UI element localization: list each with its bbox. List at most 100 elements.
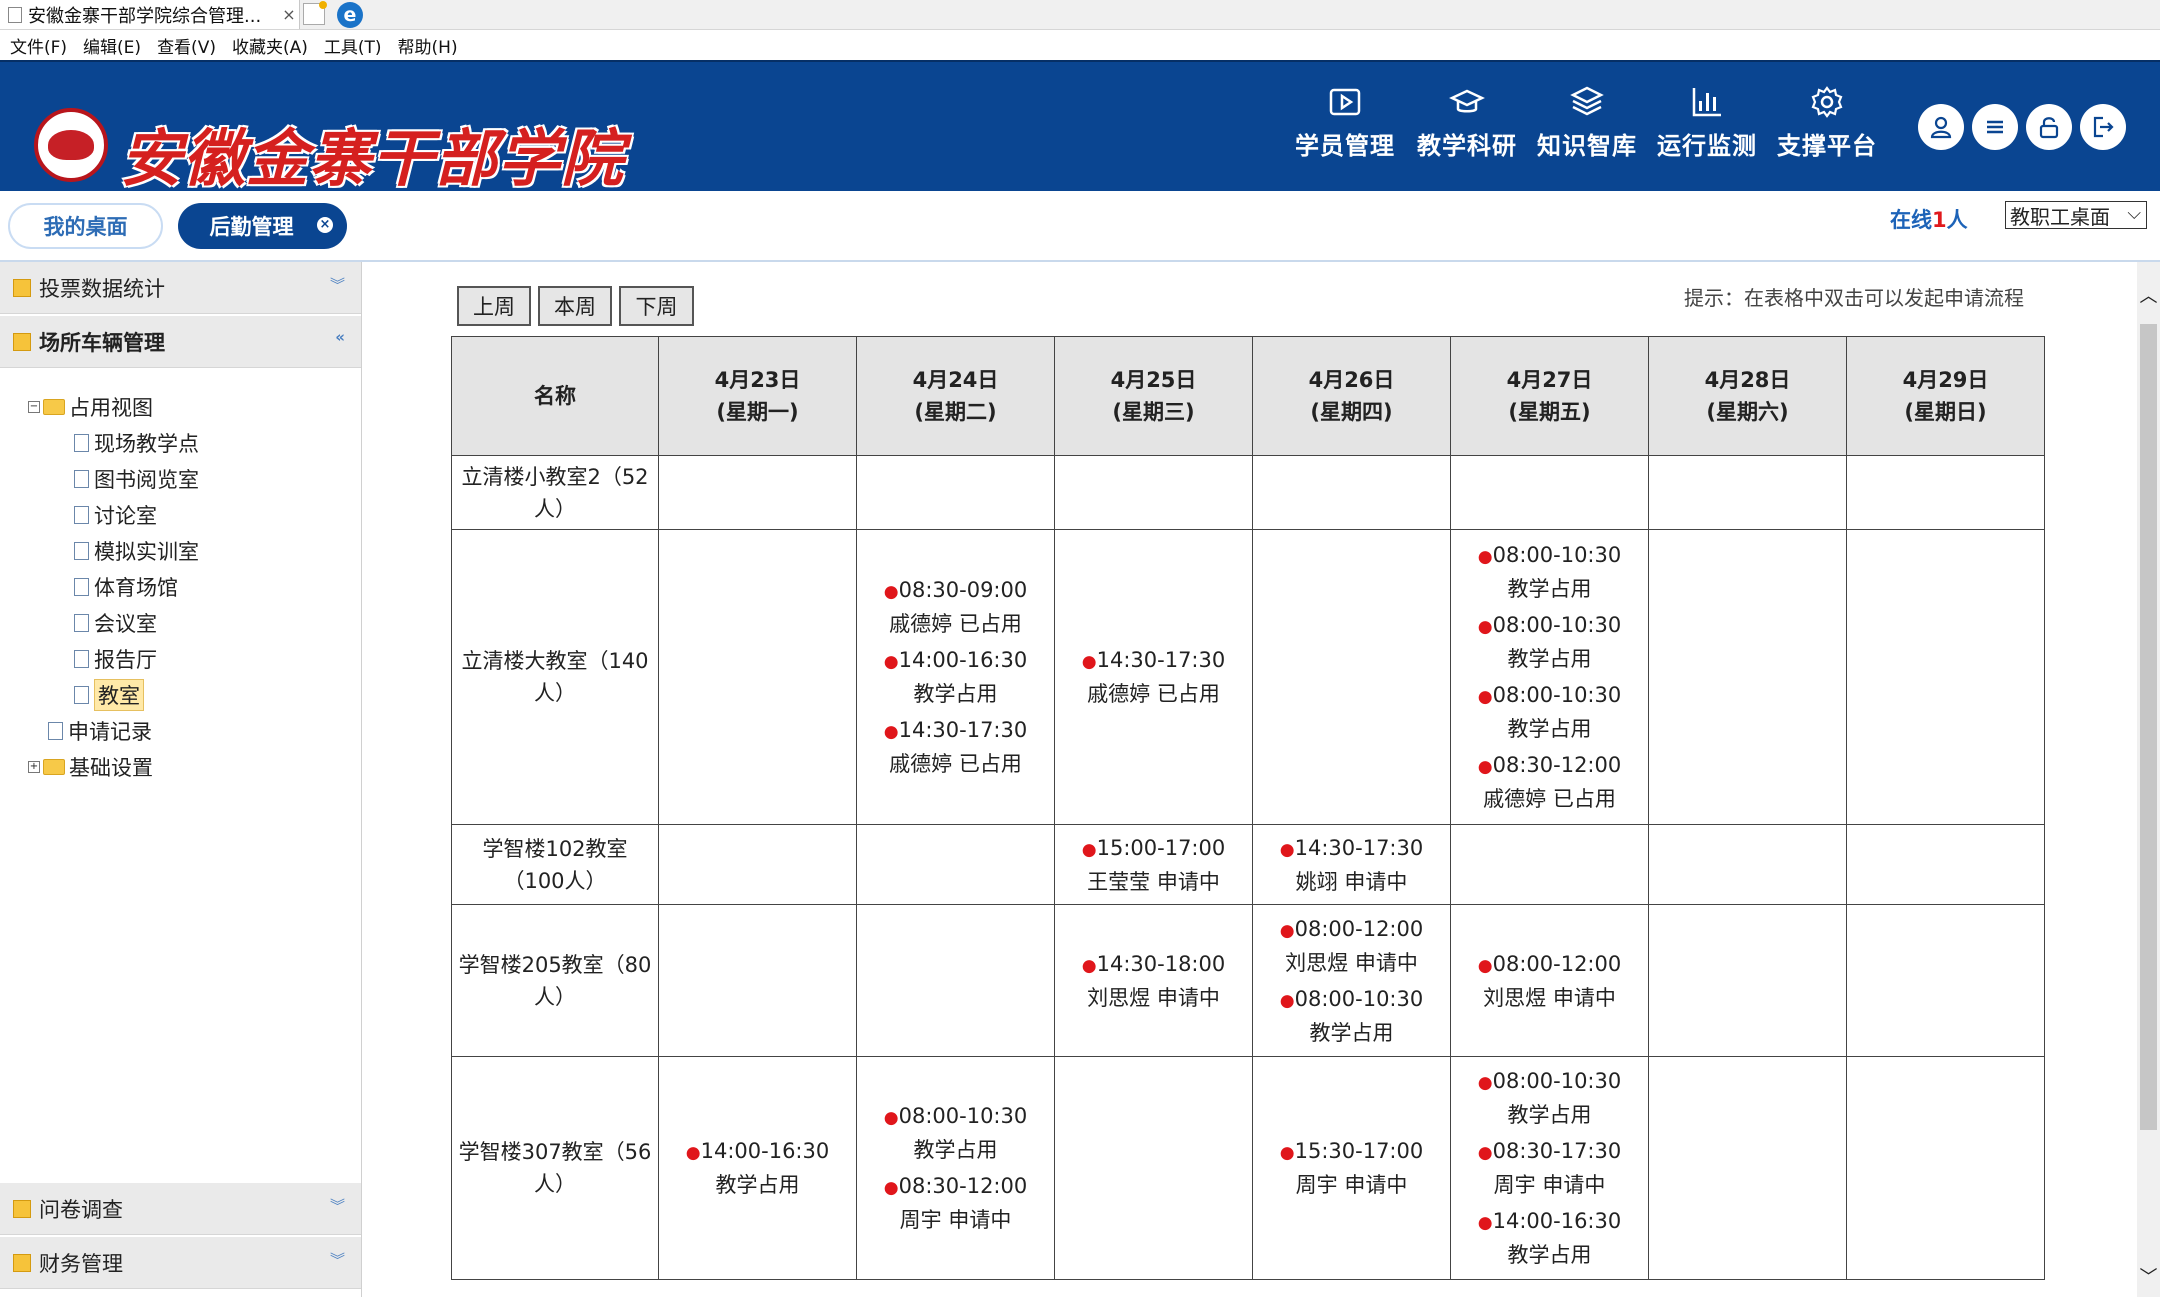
this-week-button[interactable]: 本周 <box>538 286 612 326</box>
menu-view[interactable]: 查看(V) <box>157 33 216 58</box>
schedule-cell[interactable] <box>1252 529 1451 825</box>
vertical-scrollbar[interactable]: ︿ ﹀ <box>2137 262 2160 1297</box>
schedule-cell[interactable] <box>1648 824 1847 905</box>
schedule-cell[interactable]: ●08:00-12:00 刘思煜 申请中 ●08:00-10:30 教学占用 <box>1252 904 1451 1057</box>
tree-item-field-teaching[interactable]: 现场教学点 <box>74 428 199 458</box>
schedule-cell[interactable]: ●14:30-17:30 姚翊 申请中 <box>1252 824 1451 905</box>
booking-entry[interactable]: ●15:30-17:00 周宇 申请中 <box>1253 1135 1450 1201</box>
booking-entry[interactable]: ●08:30-17:30 周宇 申请中 <box>1451 1135 1648 1201</box>
booking-entry[interactable]: ●08:00-10:30 教学占用 <box>1451 1065 1648 1131</box>
schedule-cell[interactable] <box>1648 904 1847 1057</box>
schedule-cell[interactable]: ●08:00-10:30 教学占用 ●08:00-10:30 教学占用 ●08:00-1… <box>1450 529 1649 825</box>
tree-item-simulation-room[interactable]: 模拟实训室 <box>74 536 199 566</box>
schedule-cell[interactable] <box>856 455 1055 530</box>
booking-entry[interactable]: ●14:00-16:30 教学占用 <box>857 644 1054 710</box>
schedule-cell[interactable] <box>658 529 857 825</box>
schedule-cell[interactable]: ●15:00-17:00 王莹莹 申请中 <box>1054 824 1253 905</box>
tree-occupancy-view[interactable]: − 占用视图 <box>28 392 153 422</box>
menu-tools[interactable]: 工具(T) <box>324 33 382 58</box>
close-tab-icon[interactable]: × <box>279 5 299 24</box>
schedule-cell[interactable] <box>1450 455 1649 530</box>
tree-item-gym[interactable]: 体育场馆 <box>74 572 178 602</box>
booking-entry[interactable]: ●14:00-16:30 教学占用 <box>659 1135 856 1201</box>
sidebar-section-venue-vehicle[interactable]: 场所车辆管理 « <box>0 316 361 368</box>
schedule-cell[interactable] <box>1846 529 2045 825</box>
booking-entry[interactable]: ●15:00-17:00 王莹莹 申请中 <box>1055 832 1252 898</box>
next-week-button[interactable]: 下周 <box>619 286 694 326</box>
booking-entry[interactable]: ●08:00-10:30 教学占用 <box>1451 679 1648 745</box>
desktop-select[interactable]: 教职工桌面 ⌵ <box>2005 201 2147 229</box>
schedule-cell[interactable] <box>1648 1056 1847 1280</box>
booking-entry[interactable]: ●08:00-12:00 刘思煜 申请中 <box>1451 948 1648 1014</box>
tree-item-classroom[interactable]: 教室 <box>74 679 144 711</box>
schedule-cell[interactable] <box>1648 529 1847 825</box>
schedule-cell[interactable] <box>1846 1056 2045 1280</box>
nav-operation-monitor[interactable]: 运行监测 <box>1652 84 1762 161</box>
booking-entry[interactable]: ●08:00-12:00 刘思煜 申请中 <box>1253 913 1450 979</box>
tree-item-discussion-room[interactable]: 讨论室 <box>74 500 157 530</box>
tab-logistics[interactable]: 后勤管理 × <box>178 203 347 249</box>
browser-tab[interactable]: 安徽金寨干部学院综合管理... × <box>0 0 300 29</box>
schedule-cell[interactable] <box>1054 455 1253 530</box>
scroll-up-icon[interactable]: ︿ <box>2137 282 2160 312</box>
booking-entry[interactable]: ●14:30-17:30 姚翊 申请中 <box>1253 832 1450 898</box>
schedule-cell[interactable] <box>658 824 857 905</box>
tree-item-reading-room[interactable]: 图书阅览室 <box>74 464 199 494</box>
schedule-cell[interactable]: ●08:00-10:30 教学占用 ●08:30-17:30 周宇 申请中 ●14:00… <box>1450 1056 1649 1280</box>
user-button[interactable] <box>1918 104 1964 150</box>
schedule-cell[interactable] <box>856 824 1055 905</box>
booking-entry[interactable]: ●14:30-17:30 戚德婷 已占用 <box>857 714 1054 780</box>
schedule-cell[interactable] <box>1846 904 2045 1057</box>
logout-button[interactable] <box>2080 104 2126 150</box>
menu-button[interactable] <box>1972 104 2018 150</box>
schedule-cell[interactable] <box>1054 1056 1253 1280</box>
booking-entry[interactable]: ●08:00-10:30 教学占用 <box>1253 983 1450 1049</box>
schedule-cell[interactable]: ●14:30-18:00 刘思煜 申请中 <box>1054 904 1253 1057</box>
schedule-cell[interactable] <box>1450 824 1649 905</box>
schedule-cell[interactable] <box>1252 455 1451 530</box>
menu-file[interactable]: 文件(F) <box>10 33 67 58</box>
nav-support-platform[interactable]: 支撑平台 <box>1772 84 1882 161</box>
tree-item-lecture-hall[interactable]: 报告厅 <box>74 644 157 674</box>
schedule-cell[interactable]: ●08:00-12:00 刘思煜 申请中 <box>1450 904 1649 1057</box>
tree-application-records[interactable]: 申请记录 <box>48 716 152 746</box>
sidebar-section-finance[interactable]: 财务管理 ︾ <box>0 1237 361 1289</box>
menu-edit[interactable]: 编辑(E) <box>83 33 141 58</box>
menu-help[interactable]: 帮助(H) <box>398 33 458 58</box>
prev-week-button[interactable]: 上周 <box>457 286 531 326</box>
sidebar-section-survey[interactable]: 问卷调查 ︾ <box>0 1183 361 1235</box>
schedule-cell[interactable] <box>658 904 857 1057</box>
nav-knowledge-base[interactable]: 知识智库 <box>1532 84 1642 161</box>
scrollbar-thumb[interactable] <box>2140 324 2157 1130</box>
schedule-cell[interactable] <box>1846 455 2045 530</box>
booking-entry[interactable]: ●08:00-10:30 教学占用 <box>1451 609 1648 675</box>
unlock-button[interactable] <box>2026 104 2072 150</box>
menu-favorites[interactable]: 收藏夹(A) <box>232 33 308 58</box>
close-icon[interactable]: × <box>317 217 333 233</box>
booking-entry[interactable]: ●14:30-17:30 戚德婷 已占用 <box>1055 644 1252 710</box>
schedule-cell[interactable] <box>856 904 1055 1057</box>
nav-teaching-research[interactable]: 教学科研 <box>1412 84 1522 161</box>
schedule-cell[interactable]: ●14:00-16:30 教学占用 <box>658 1056 857 1280</box>
schedule-cell[interactable]: ●15:30-17:00 周宇 申请中 <box>1252 1056 1451 1280</box>
ie-icon[interactable]: e <box>337 2 363 28</box>
scroll-down-icon[interactable]: ﹀ <box>2137 1263 2160 1293</box>
booking-entry[interactable]: ●08:30-12:00 戚德婷 已占用 <box>1451 749 1648 815</box>
schedule-cell[interactable]: ●14:30-17:30 戚德婷 已占用 <box>1054 529 1253 825</box>
sidebar-section-voting-stats[interactable]: 投票数据统计 ︾ <box>0 262 361 314</box>
nav-student-management[interactable]: 学员管理 <box>1290 84 1400 161</box>
booking-entry[interactable]: ●14:00-16:30 教学占用 <box>1451 1205 1648 1271</box>
expand-icon[interactable]: + <box>28 761 40 773</box>
schedule-cell[interactable]: ●08:00-10:30 教学占用 ●08:30-12:00 周宇 申请中 <box>856 1056 1055 1280</box>
schedule-cell[interactable] <box>658 455 857 530</box>
booking-entry[interactable]: ●08:30-12:00 周宇 申请中 <box>857 1170 1054 1236</box>
new-tab-icon[interactable] <box>303 1 327 25</box>
schedule-cell[interactable] <box>1648 455 1847 530</box>
booking-entry[interactable]: ●08:30-09:00 戚德婷 已占用 <box>857 574 1054 640</box>
tree-basic-settings[interactable]: + 基础设置 <box>28 752 153 782</box>
booking-entry[interactable]: ●08:00-10:30 教学占用 <box>1451 539 1648 605</box>
collapse-icon[interactable]: − <box>28 401 40 413</box>
booking-entry[interactable]: ●14:30-18:00 刘思煜 申请中 <box>1055 948 1252 1014</box>
booking-entry[interactable]: ●08:00-10:30 教学占用 <box>857 1100 1054 1166</box>
tab-my-desktop[interactable]: 我的桌面 <box>8 203 163 249</box>
